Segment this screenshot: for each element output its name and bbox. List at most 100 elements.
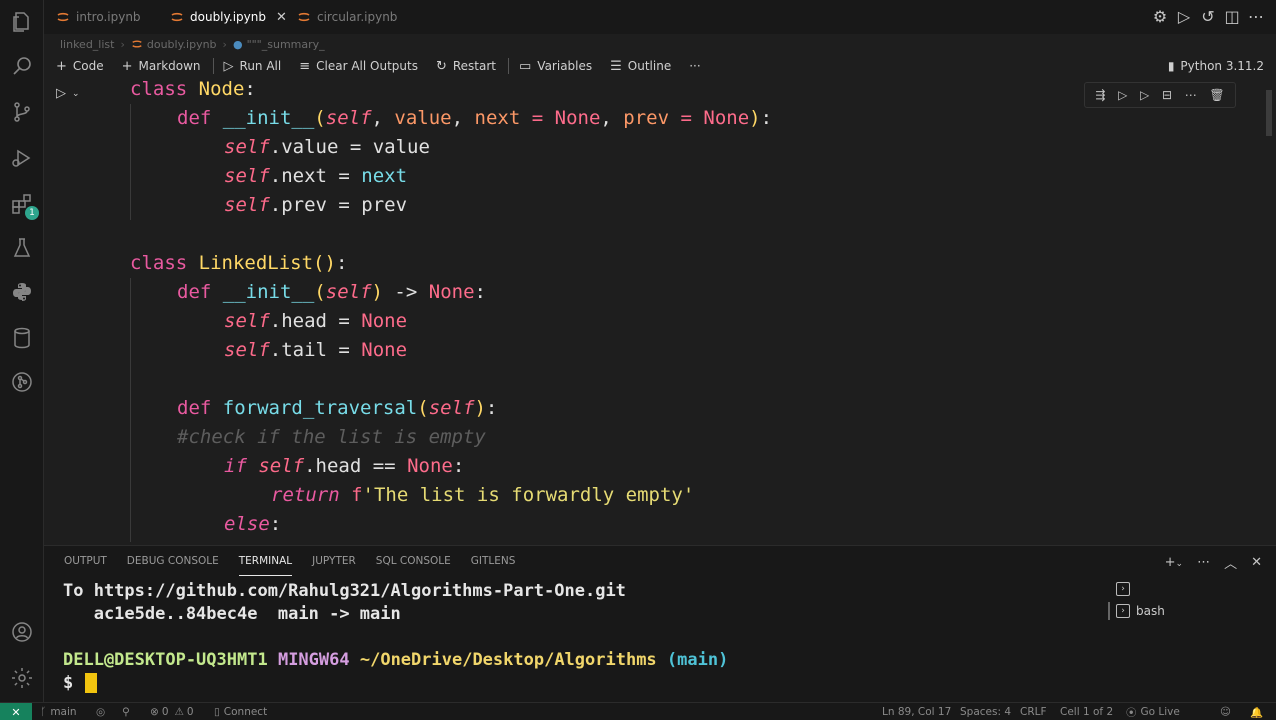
tab-terminal[interactable]: TERMINAL (238, 546, 293, 576)
manage-gear-icon[interactable] (8, 664, 36, 692)
branch-status[interactable]: ᚴ main (40, 703, 77, 720)
tab-circular[interactable]: circular.ipynb (297, 0, 397, 34)
more-panel-actions-icon[interactable]: ⋯ (1197, 555, 1210, 570)
split-cell-icon[interactable]: ⊟ (1162, 88, 1172, 102)
terminal-list-item-bash[interactable]: › bash (1108, 600, 1228, 622)
tab-intro[interactable]: intro.ipynb (56, 0, 141, 34)
notifications-bell-icon[interactable]: 🔔 (1250, 703, 1263, 720)
more-label: ··· (689, 59, 701, 73)
chevron-down-icon[interactable]: ⌄ (72, 89, 80, 99)
restart-icon: ↻ (435, 58, 447, 74)
run-all-button[interactable]: ▷ Run All (224, 59, 282, 74)
breadcrumb-folder[interactable]: linked_list (60, 38, 114, 51)
terminal-icon: › (1116, 582, 1130, 596)
accounts-icon[interactable] (8, 618, 36, 646)
clear-outputs-label: Clear All Outputs (316, 59, 418, 73)
breadcrumb-symbol[interactable]: """_summary_ (247, 38, 325, 51)
code-line-10: def forward_traversal(self): (177, 397, 498, 419)
execute-cell-below-icon[interactable]: ▷ (1118, 88, 1127, 102)
database-icon[interactable] (8, 324, 36, 352)
tab-gitlens[interactable]: GITLENS (471, 546, 516, 576)
kernel-label: Python 3.11.2 (1180, 59, 1264, 73)
testing-icon[interactable] (8, 234, 36, 262)
live-share-icon[interactable]: ⚲ (122, 703, 130, 720)
python-icon[interactable] (8, 278, 36, 306)
code-line-11: #check if the list is empty (177, 426, 486, 448)
terminal-output[interactable]: To https://github.com/Rahulg321/Algorith… (63, 580, 728, 695)
jupyter-file-icon (132, 40, 142, 48)
settings-gear-icon[interactable]: ⚙ (1152, 7, 1168, 26)
notebook-cell-editor[interactable]: ▷ ⌄ ⇶ ▷ ▷ ⊟ ⋯ 🗑 class Node: def __init__… (44, 80, 1276, 542)
code-line-1: class Node: (130, 80, 256, 100)
prompt-symbol: $ (63, 673, 74, 693)
more-cell-actions-icon[interactable]: ⋯ (1185, 88, 1197, 102)
cell-status[interactable]: Cell 1 of 2 (1060, 703, 1113, 720)
history-icon[interactable]: ↺ (1200, 7, 1216, 26)
cell-toolbar: ⇶ ▷ ▷ ⊟ ⋯ 🗑 (1084, 82, 1236, 108)
terminal-list: › › bash (1108, 578, 1228, 622)
tab-output[interactable]: OUTPUT (64, 546, 107, 576)
feedback-icon[interactable]: ☺ (1220, 703, 1231, 720)
extensions-icon[interactable]: 1 (8, 190, 39, 220)
source-control-icon[interactable] (8, 98, 36, 126)
breadcrumb-file[interactable]: doubly.ipynb (147, 38, 217, 51)
sync-icon[interactable]: ◎ (96, 703, 105, 720)
problems-status[interactable]: ⊗ 0 ⚠ 0 (150, 703, 194, 720)
terminal-list-item[interactable]: › (1108, 578, 1228, 600)
tab-jupyter[interactable]: JUPYTER (312, 546, 356, 576)
maximize-panel-chevron-up-icon[interactable]: ︿ (1224, 553, 1237, 572)
execute-above-icon[interactable]: ⇶ (1095, 88, 1105, 102)
add-code-button[interactable]: + Code (56, 59, 104, 74)
close-panel-icon[interactable]: ✕ (1251, 555, 1262, 570)
clear-outputs-button[interactable]: ≡ Clear All Outputs (299, 59, 418, 74)
editor-scrollbar[interactable] (1266, 90, 1272, 136)
branch-label: main (50, 706, 77, 718)
close-icon[interactable]: ✕ (276, 10, 287, 25)
execute-below-icon[interactable]: ▷ (1140, 88, 1149, 102)
more-toolbar-button[interactable]: ··· (689, 59, 700, 73)
run-debug-icon[interactable] (8, 144, 36, 172)
run-cell-icon[interactable]: ▷ (56, 86, 66, 101)
delete-cell-icon[interactable]: 🗑 (1209, 88, 1224, 102)
bottom-panel: OUTPUT DEBUG CONSOLE TERMINAL JUPYTER SQ… (44, 545, 1276, 702)
python-cell-icon: ● (232, 37, 243, 51)
tab-debug-console[interactable]: DEBUG CONSOLE (127, 546, 219, 576)
indent-guide (130, 104, 131, 220)
panel-actions: +⌄ ⋯ ︿ ✕ (1165, 553, 1262, 572)
cursor-position[interactable]: Ln 89, Col 17 (882, 703, 951, 720)
warning-icon: ⚠ (174, 706, 184, 718)
chevron-right-icon: › (120, 37, 125, 51)
connect-status[interactable]: ▯ Connect (214, 703, 267, 720)
jupyter-file-icon (298, 12, 310, 22)
plus-icon: + (56, 58, 67, 74)
gitlens-icon[interactable] (8, 368, 36, 396)
tab-sql-console[interactable]: SQL CONSOLE (376, 546, 451, 576)
split-editor-icon[interactable]: ◫ (1224, 7, 1240, 26)
broadcast-icon: ⦿ (1126, 706, 1137, 719)
restart-button[interactable]: ↻ Restart (436, 59, 496, 74)
git-branch-icon: ᚴ (40, 706, 47, 718)
code-line-13: return f'The list is forwardly empty' (271, 484, 695, 506)
run-icon[interactable]: ▷ (1176, 7, 1192, 26)
add-code-label: Code (72, 59, 104, 73)
editor-actions: ⚙ ▷ ↺ ◫ ⋯ (1152, 7, 1264, 26)
remote-indicator-icon[interactable]: ✕ (0, 703, 32, 720)
eol-status[interactable]: CRLF (1020, 703, 1047, 720)
search-icon[interactable] (8, 52, 36, 80)
code-line-14: else: (224, 513, 282, 535)
code-line-9: self.tail = None (224, 339, 408, 361)
go-live-button[interactable]: ⦿ Go Live (1126, 703, 1180, 720)
tab-doubly[interactable]: doubly.ipynb ✕ (170, 0, 287, 34)
explorer-icon[interactable] (8, 8, 36, 36)
add-markdown-button[interactable]: + Markdown (122, 59, 201, 74)
outline-button[interactable]: ☰ Outline (610, 59, 671, 74)
more-actions-icon[interactable]: ⋯ (1248, 7, 1264, 26)
new-terminal-plus-icon[interactable]: +⌄ (1165, 555, 1183, 570)
variables-button[interactable]: ▭ Variables (519, 59, 592, 74)
indentation-status[interactable]: Spaces: 4 (960, 703, 1011, 720)
prompt-shell: MINGW64 (277, 650, 350, 670)
kernel-picker[interactable]: ▮ Python 3.11.2 (1168, 55, 1264, 77)
panel-tabs: OUTPUT DEBUG CONSOLE TERMINAL JUPYTER SQ… (64, 546, 535, 576)
prompt-branch: (main) (666, 650, 729, 670)
terminal-input-line: $ (63, 672, 728, 695)
